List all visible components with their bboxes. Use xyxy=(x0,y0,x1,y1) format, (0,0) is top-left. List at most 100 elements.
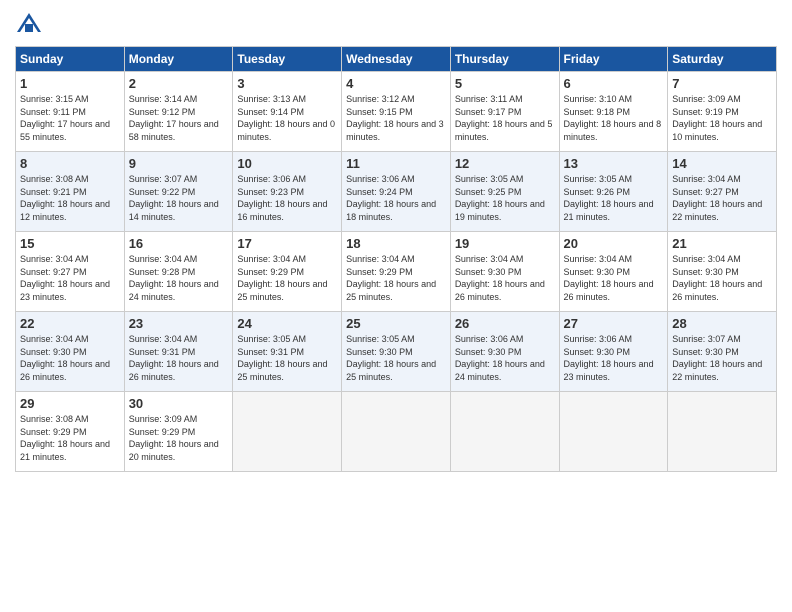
calendar-day-cell: 3 Sunrise: 3:13 AMSunset: 9:14 PMDaylight… xyxy=(233,72,342,152)
day-info: Sunrise: 3:04 AMSunset: 9:30 PMDaylight:… xyxy=(564,254,654,302)
calendar-day-cell: 10Sunrise: 3:06 AMSunset: 9:23 PMDayligh… xyxy=(233,152,342,232)
day-number: 17 xyxy=(237,236,337,251)
header xyxy=(15,10,777,38)
calendar-day-cell: 28 Sunrise: 3:07 AMSunset: 9:30 PMDayligh… xyxy=(668,312,777,392)
calendar-day-cell: 19 Sunrise: 3:04 AMSunset: 9:30 PMDayligh… xyxy=(450,232,559,312)
calendar-day-cell xyxy=(342,392,451,472)
th-thursday: Thursday xyxy=(450,47,559,72)
day-number: 27 xyxy=(564,316,664,331)
day-number: 11 xyxy=(346,156,446,171)
calendar-day-cell: 11 Sunrise: 3:06 AMSunset: 9:24 PMDayligh… xyxy=(342,152,451,232)
day-number: 2 xyxy=(129,76,229,91)
day-number: 29 xyxy=(20,396,120,411)
th-saturday: Saturday xyxy=(668,47,777,72)
day-number: 19 xyxy=(455,236,555,251)
calendar-day-cell xyxy=(450,392,559,472)
day-number: 9 xyxy=(129,156,229,171)
day-info: Sunrise: 3:04 AMSunset: 9:30 PMDaylight:… xyxy=(455,254,545,302)
calendar-week-row: 1 Sunrise: 3:15 AMSunset: 9:11 PMDaylight… xyxy=(16,72,777,152)
day-number: 16 xyxy=(129,236,229,251)
day-info: Sunrise: 3:08 AMSunset: 9:29 PMDaylight:… xyxy=(20,414,110,462)
day-number: 12 xyxy=(455,156,555,171)
calendar-day-cell: 30 Sunrise: 3:09 AMSunset: 9:29 PMDayligh… xyxy=(124,392,233,472)
day-info: Sunrise: 3:04 AMSunset: 9:31 PMDaylight:… xyxy=(129,334,219,382)
calendar-day-cell: 12 Sunrise: 3:05 AMSunset: 9:25 PMDayligh… xyxy=(450,152,559,232)
calendar-week-row: 8 Sunrise: 3:08 AMSunset: 9:21 PMDaylight… xyxy=(16,152,777,232)
calendar-day-cell: 8 Sunrise: 3:08 AMSunset: 9:21 PMDaylight… xyxy=(16,152,125,232)
day-number: 20 xyxy=(564,236,664,251)
calendar-week-row: 29 Sunrise: 3:08 AMSunset: 9:29 PMDayligh… xyxy=(16,392,777,472)
calendar-day-cell: 7Sunrise: 3:09 AMSunset: 9:19 PMDaylight… xyxy=(668,72,777,152)
day-number: 28 xyxy=(672,316,772,331)
day-number: 25 xyxy=(346,316,446,331)
calendar-day-cell: 27 Sunrise: 3:06 AMSunset: 9:30 PMDayligh… xyxy=(559,312,668,392)
calendar-day-cell: 21 Sunrise: 3:04 AMSunset: 9:30 PMDayligh… xyxy=(668,232,777,312)
day-info: Sunrise: 3:08 AMSunset: 9:21 PMDaylight:… xyxy=(20,174,110,222)
calendar-day-cell: 16 Sunrise: 3:04 AMSunset: 9:28 PMDayligh… xyxy=(124,232,233,312)
day-info: Sunrise: 3:12 AMSunset: 9:15 PMDaylight:… xyxy=(346,94,444,142)
calendar-day-cell: 5 Sunrise: 3:11 AMSunset: 9:17 PMDaylight… xyxy=(450,72,559,152)
calendar-day-cell: 26 Sunrise: 3:06 AMSunset: 9:30 PMDayligh… xyxy=(450,312,559,392)
day-info: Sunrise: 3:11 AMSunset: 9:17 PMDaylight:… xyxy=(455,94,553,142)
weekday-header-row: Sunday Monday Tuesday Wednesday Thursday… xyxy=(16,47,777,72)
day-info: Sunrise: 3:06 AMSunset: 9:24 PMDaylight:… xyxy=(346,174,436,222)
day-info: Sunrise: 3:07 AMSunset: 9:30 PMDaylight:… xyxy=(672,334,762,382)
day-info: Sunrise: 3:04 AMSunset: 9:29 PMDaylight:… xyxy=(346,254,436,302)
day-info: Sunrise: 3:05 AMSunset: 9:30 PMDaylight:… xyxy=(346,334,436,382)
calendar-table: Sunday Monday Tuesday Wednesday Thursday… xyxy=(15,46,777,472)
day-info: Sunrise: 3:05 AMSunset: 9:25 PMDaylight:… xyxy=(455,174,545,222)
calendar-day-cell: 6 Sunrise: 3:10 AMSunset: 9:18 PMDaylight… xyxy=(559,72,668,152)
day-number: 13 xyxy=(564,156,664,171)
day-number: 6 xyxy=(564,76,664,91)
day-number: 18 xyxy=(346,236,446,251)
day-info: Sunrise: 3:05 AMSunset: 9:26 PMDaylight:… xyxy=(564,174,654,222)
calendar-day-cell: 23 Sunrise: 3:04 AMSunset: 9:31 PMDayligh… xyxy=(124,312,233,392)
calendar-day-cell: 20 Sunrise: 3:04 AMSunset: 9:30 PMDayligh… xyxy=(559,232,668,312)
calendar-day-cell: 24Sunrise: 3:05 AMSunset: 9:31 PMDayligh… xyxy=(233,312,342,392)
day-info: Sunrise: 3:05 AMSunset: 9:31 PMDaylight:… xyxy=(237,334,327,382)
th-wednesday: Wednesday xyxy=(342,47,451,72)
day-number: 8 xyxy=(20,156,120,171)
day-number: 4 xyxy=(346,76,446,91)
day-info: Sunrise: 3:13 AMSunset: 9:14 PMDaylight:… xyxy=(237,94,335,142)
logo xyxy=(15,10,47,38)
th-monday: Monday xyxy=(124,47,233,72)
day-info: Sunrise: 3:04 AMSunset: 9:30 PMDaylight:… xyxy=(672,254,762,302)
day-info: Sunrise: 3:06 AMSunset: 9:30 PMDaylight:… xyxy=(564,334,654,382)
calendar-day-cell: 25 Sunrise: 3:05 AMSunset: 9:30 PMDayligh… xyxy=(342,312,451,392)
day-number: 5 xyxy=(455,76,555,91)
th-sunday: Sunday xyxy=(16,47,125,72)
day-number: 23 xyxy=(129,316,229,331)
calendar-week-row: 15Sunrise: 3:04 AMSunset: 9:27 PMDayligh… xyxy=(16,232,777,312)
day-info: Sunrise: 3:15 AMSunset: 9:11 PMDaylight:… xyxy=(20,94,110,142)
day-number: 21 xyxy=(672,236,772,251)
day-info: Sunrise: 3:14 AMSunset: 9:12 PMDaylight:… xyxy=(129,94,219,142)
calendar-day-cell: 14Sunrise: 3:04 AMSunset: 9:27 PMDayligh… xyxy=(668,152,777,232)
calendar-day-cell: 1 Sunrise: 3:15 AMSunset: 9:11 PMDaylight… xyxy=(16,72,125,152)
calendar-day-cell: 15Sunrise: 3:04 AMSunset: 9:27 PMDayligh… xyxy=(16,232,125,312)
day-info: Sunrise: 3:04 AMSunset: 9:28 PMDaylight:… xyxy=(129,254,219,302)
th-tuesday: Tuesday xyxy=(233,47,342,72)
calendar-day-cell: 2 Sunrise: 3:14 AMSunset: 9:12 PMDaylight… xyxy=(124,72,233,152)
day-info: Sunrise: 3:10 AMSunset: 9:18 PMDaylight:… xyxy=(564,94,662,142)
day-number: 14 xyxy=(672,156,772,171)
calendar-day-cell xyxy=(559,392,668,472)
day-number: 1 xyxy=(20,76,120,91)
calendar-day-cell: 4 Sunrise: 3:12 AMSunset: 9:15 PMDaylight… xyxy=(342,72,451,152)
day-number: 30 xyxy=(129,396,229,411)
day-info: Sunrise: 3:04 AMSunset: 9:30 PMDaylight:… xyxy=(20,334,110,382)
day-info: Sunrise: 3:09 AMSunset: 9:29 PMDaylight:… xyxy=(129,414,219,462)
calendar-day-cell: 9Sunrise: 3:07 AMSunset: 9:22 PMDaylight… xyxy=(124,152,233,232)
day-info: Sunrise: 3:04 AMSunset: 9:27 PMDaylight:… xyxy=(20,254,110,302)
calendar-container: Sunday Monday Tuesday Wednesday Thursday… xyxy=(0,0,792,612)
calendar-week-row: 22 Sunrise: 3:04 AMSunset: 9:30 PMDayligh… xyxy=(16,312,777,392)
day-info: Sunrise: 3:06 AMSunset: 9:30 PMDaylight:… xyxy=(455,334,545,382)
day-number: 7 xyxy=(672,76,772,91)
calendar-day-cell: 18 Sunrise: 3:04 AMSunset: 9:29 PMDayligh… xyxy=(342,232,451,312)
th-friday: Friday xyxy=(559,47,668,72)
calendar-day-cell xyxy=(233,392,342,472)
day-number: 26 xyxy=(455,316,555,331)
day-info: Sunrise: 3:06 AMSunset: 9:23 PMDaylight:… xyxy=(237,174,327,222)
day-number: 22 xyxy=(20,316,120,331)
day-number: 3 xyxy=(237,76,337,91)
